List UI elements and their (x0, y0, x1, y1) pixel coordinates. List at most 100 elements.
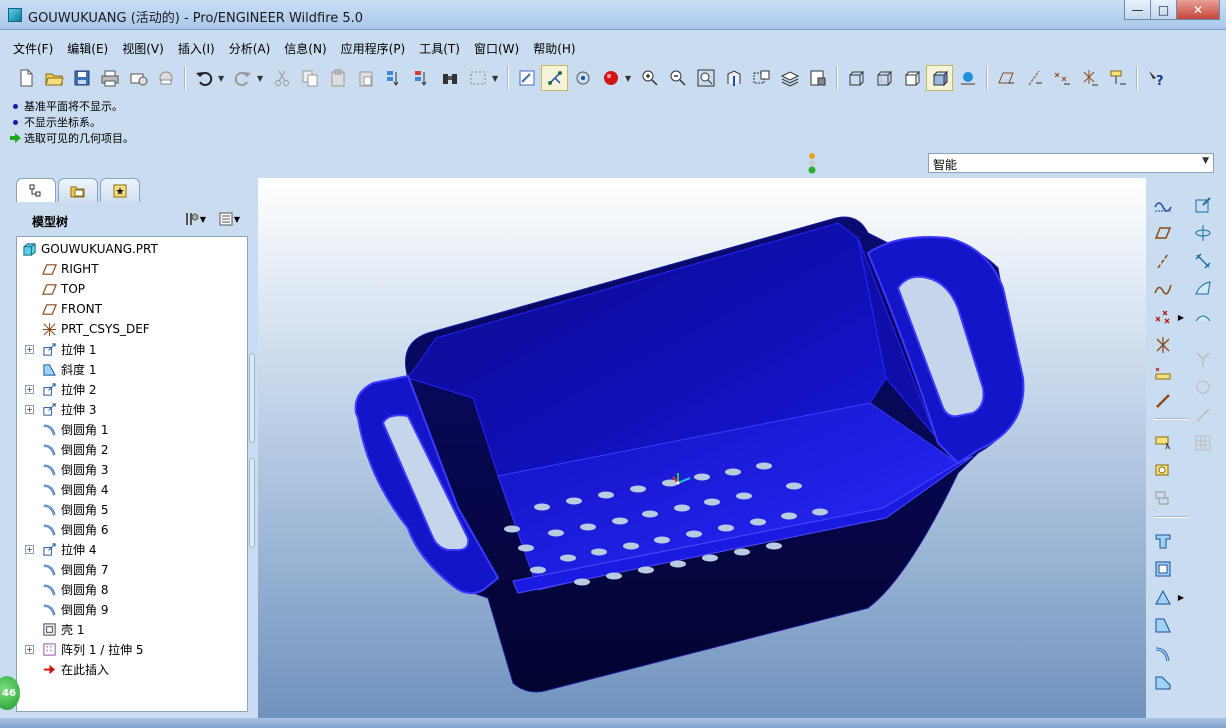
new-file-button[interactable] (12, 65, 39, 91)
copy-button[interactable] (296, 65, 323, 91)
tree-item[interactable]: 斜度 1 (17, 359, 247, 379)
tree-item[interactable]: RIGHT (17, 259, 247, 279)
datum-planes-toggle[interactable] (992, 65, 1019, 91)
context-help-button[interactable]: ? (1142, 65, 1169, 91)
redo-dropdown-icon[interactable]: ▼ (257, 74, 265, 83)
orient-mode-button[interactable] (569, 65, 596, 91)
tree-item[interactable]: + 拉伸 4 (17, 539, 247, 559)
datum-axes-toggle[interactable] (1020, 65, 1047, 91)
menu-edit[interactable]: 编辑(E) (60, 36, 115, 58)
spin-center-button[interactable] (541, 65, 568, 91)
shading-button[interactable] (926, 65, 953, 91)
refit-button[interactable] (692, 65, 719, 91)
menu-view[interactable]: 视图(V) (115, 36, 171, 58)
menu-applications[interactable]: 应用程序(P) (334, 36, 413, 58)
shared-data-tool[interactable] (1150, 388, 1176, 414)
revolve-tool[interactable] (1150, 556, 1176, 582)
tree-item[interactable]: 倒圆角 7 (17, 559, 247, 579)
select-box-button[interactable] (464, 65, 491, 91)
sweep-dropdown-icon[interactable]: ▶ (1176, 584, 1186, 610)
csys-toggle[interactable] (1076, 65, 1103, 91)
blend-tool[interactable] (1190, 248, 1216, 274)
email-button[interactable] (124, 65, 151, 91)
regenerate-manager-button[interactable] (408, 65, 435, 91)
appearance-button[interactable] (597, 65, 624, 91)
datum-curve-tool[interactable] (1150, 276, 1176, 302)
merge-feature-tool[interactable] (1150, 486, 1176, 512)
tree-item[interactable]: + 拉伸 3 (17, 399, 247, 419)
tree-item[interactable]: 倒圆角 9 (17, 599, 247, 619)
no-hidden-button[interactable] (898, 65, 925, 91)
tree-item[interactable]: 倒圆角 3 (17, 459, 247, 479)
expand-icon[interactable]: + (25, 404, 34, 414)
hidden-line-button[interactable] (870, 65, 897, 91)
layers-button[interactable] (776, 65, 803, 91)
saved-views-button[interactable] (748, 65, 775, 91)
menu-file[interactable]: 文件(F) (6, 36, 60, 58)
tree-item[interactable]: 壳 1 (17, 619, 247, 639)
menu-info[interactable]: 信息(N) (277, 36, 333, 58)
tree-item[interactable]: 倒圆角 5 (17, 499, 247, 519)
tree-item[interactable]: 倒圆角 8 (17, 579, 247, 599)
chamfer-tool[interactable] (1150, 668, 1176, 694)
paste-button[interactable] (324, 65, 351, 91)
tree-item[interactable]: 倒圆角 1 (17, 419, 247, 439)
tree-item[interactable]: + 拉伸 2 (17, 379, 247, 399)
boundary-blend-tool[interactable] (1190, 276, 1216, 302)
sweep-tool[interactable] (1150, 584, 1176, 610)
open-file-button[interactable] (40, 65, 67, 91)
expand-icon[interactable]: + (25, 384, 34, 394)
tree-item[interactable]: 倒圆角 2 (17, 439, 247, 459)
undo-dropdown-icon[interactable]: ▼ (218, 74, 226, 83)
csys-tool[interactable] (1150, 332, 1176, 358)
tree-item[interactable]: + 阵列 1 / 拉伸 5 (17, 639, 247, 659)
tree-settings-button[interactable]: ▼ (178, 209, 212, 229)
datum-axis-tool[interactable] (1150, 248, 1176, 274)
datum-plane-tool[interactable] (1150, 220, 1176, 246)
tree-show-button[interactable]: ▼ (212, 209, 246, 229)
datum-point-dropdown-icon[interactable]: ▶ (1176, 304, 1186, 330)
appearance-dropdown-icon[interactable]: ▼ (625, 74, 633, 83)
tree-item[interactable]: FRONT (17, 299, 247, 319)
datum-point-tool[interactable] (1150, 304, 1176, 330)
copy-feature-tool[interactable] (1150, 430, 1176, 456)
menu-insert[interactable]: 插入(I) (171, 36, 222, 58)
tab-model-tree[interactable] (16, 178, 56, 202)
zoom-in-button[interactable] (636, 65, 663, 91)
print-button[interactable] (96, 65, 123, 91)
cut-button[interactable] (268, 65, 295, 91)
zoom-out-button[interactable] (664, 65, 691, 91)
save-button[interactable] (68, 65, 95, 91)
realtime-render-button[interactable] (954, 65, 981, 91)
tree-item[interactable]: GOUWUKUANG.PRT (17, 239, 247, 259)
repaint-button[interactable] (513, 65, 540, 91)
tree-item[interactable]: TOP (17, 279, 247, 299)
analysis-feature-tool[interactable] (1150, 360, 1176, 386)
round-tool[interactable] (1150, 640, 1176, 666)
extrude-tool[interactable] (1150, 528, 1176, 554)
tree-item[interactable]: 倒圆角 4 (17, 479, 247, 499)
splitter-grip[interactable] (249, 353, 255, 443)
regenerate-button[interactable] (380, 65, 407, 91)
redo-button[interactable] (229, 65, 256, 91)
tab-favorites[interactable] (100, 178, 140, 202)
tab-folder-browser[interactable] (58, 178, 98, 202)
wireframe-button[interactable] (842, 65, 869, 91)
tree-item[interactable]: 在此插入 (17, 659, 247, 679)
draft-tool[interactable] (1150, 612, 1176, 638)
paste-special-button[interactable] (352, 65, 379, 91)
thicken-tool[interactable] (1190, 430, 1216, 456)
basket-model[interactable] (258, 178, 1146, 720)
sketch-datum-curve-button[interactable] (1150, 192, 1176, 218)
close-button[interactable]: ✕ (1176, 0, 1220, 20)
find-button[interactable] (436, 65, 463, 91)
expand-icon[interactable]: + (25, 644, 34, 654)
menu-analysis[interactable]: 分析(A) (222, 36, 278, 58)
tree-item[interactable]: 倒圆角 6 (17, 519, 247, 539)
mirror-feature-tool[interactable] (1150, 458, 1176, 484)
extend-tool[interactable] (1190, 402, 1216, 428)
menu-tools[interactable]: 工具(T) (412, 36, 467, 58)
selection-filter-dropdown[interactable]: 智能 ▼ (928, 153, 1214, 173)
email-link-button[interactable] (152, 65, 179, 91)
merge-tool[interactable] (1190, 346, 1216, 372)
